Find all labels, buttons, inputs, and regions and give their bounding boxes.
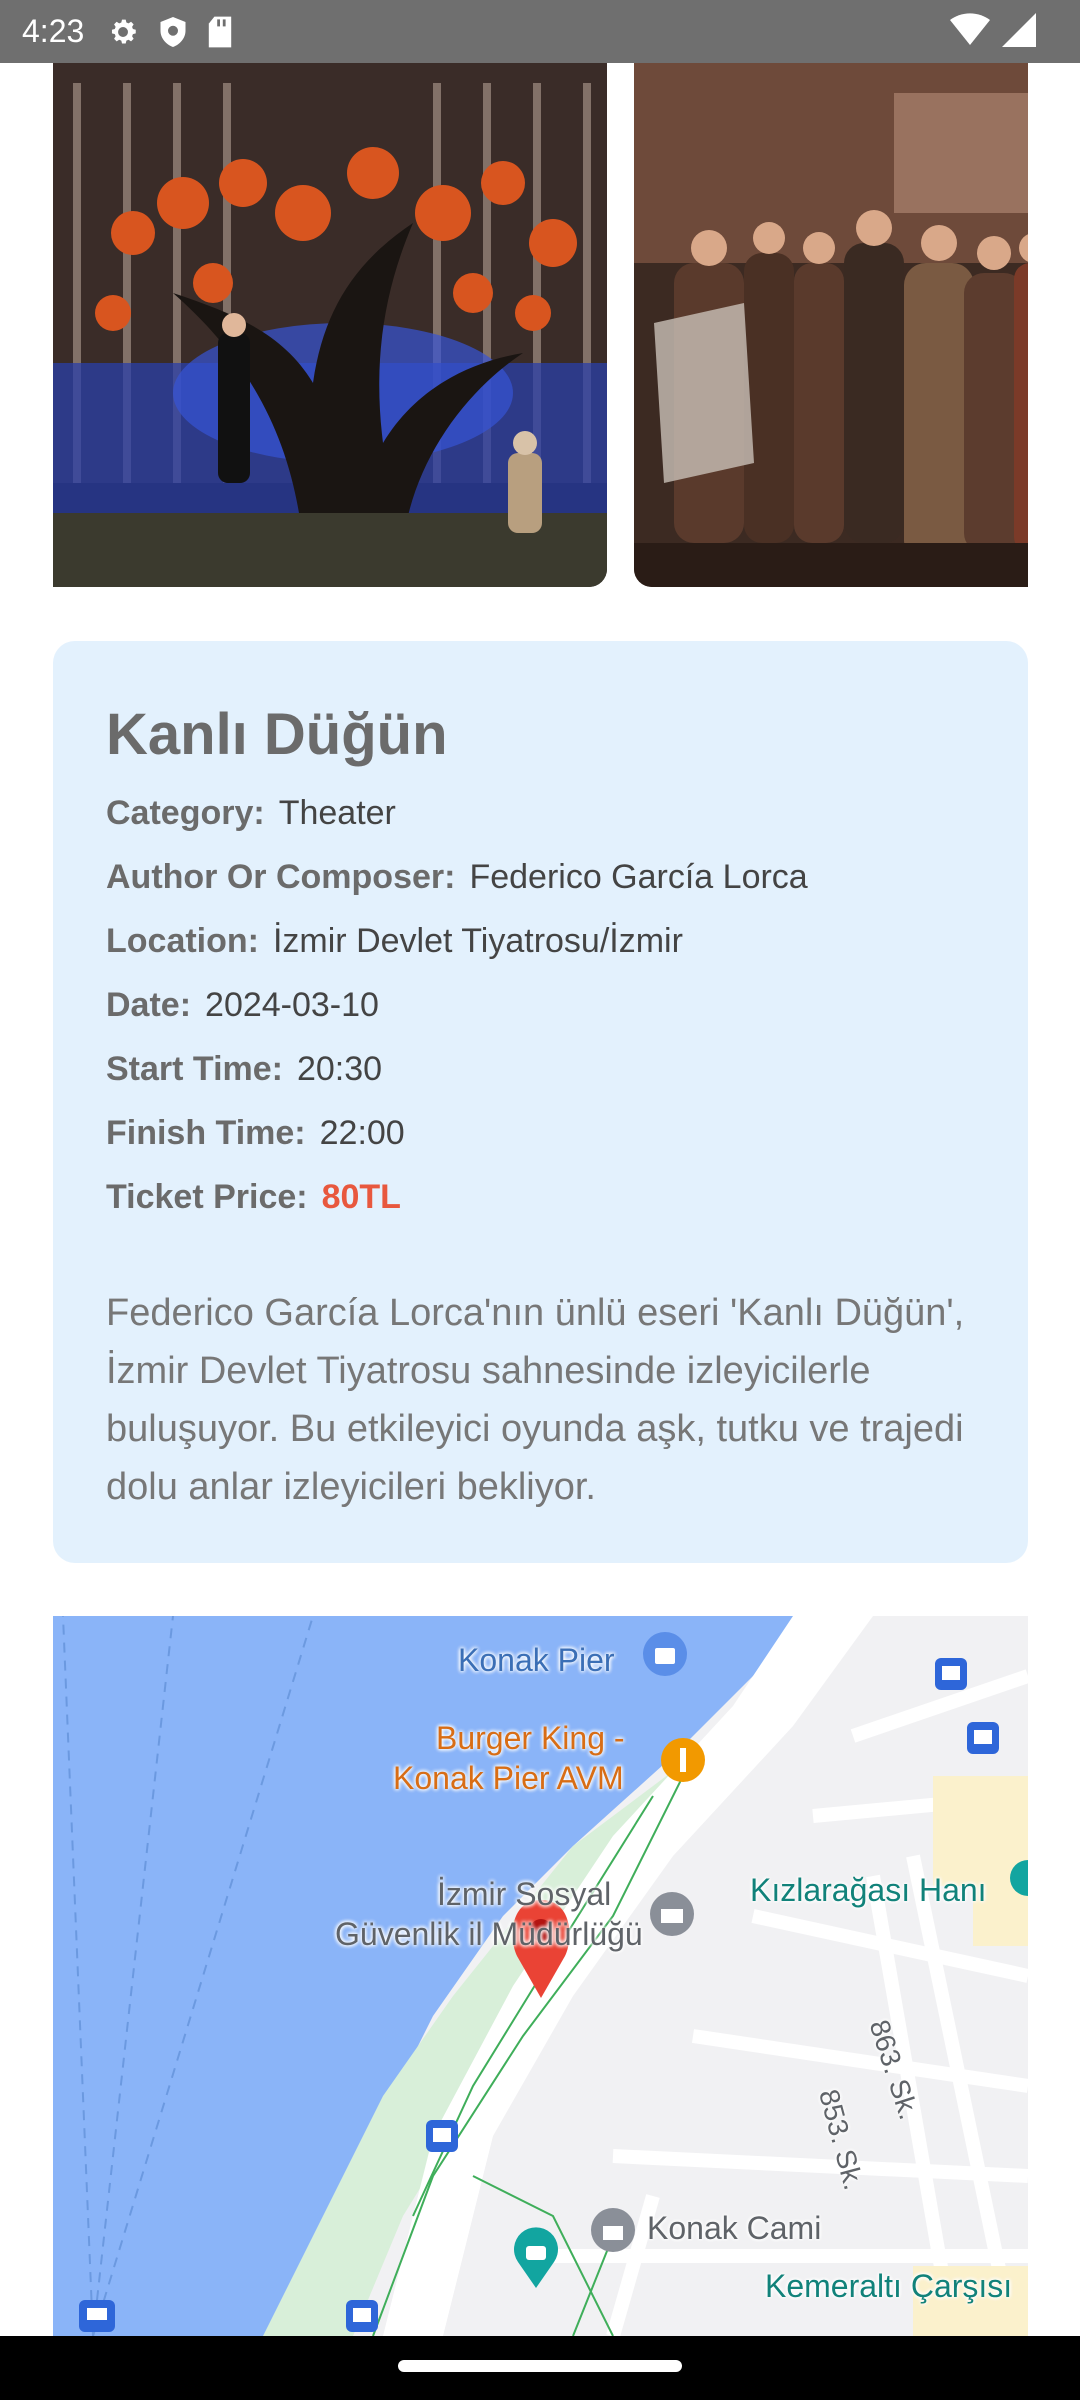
cast-photo-graphic	[634, 63, 1028, 587]
sd-card-icon	[209, 16, 232, 47]
map-label-kemeralti[interactable]: Kemeraltı Çarşısı	[765, 2268, 1012, 2305]
start-time-label: Start Time:	[106, 1050, 283, 1088]
start-time-value: 20:30	[296, 1050, 383, 1088]
detail-row-start-time: Start Time: 20:30	[106, 1050, 975, 1114]
finish-time-label: Finish Time:	[106, 1114, 306, 1152]
finish-time-value: 22:00	[319, 1114, 405, 1152]
shield-icon	[160, 16, 186, 47]
event-title: Kanlı Düğün	[106, 702, 448, 767]
ticket-price-label: Ticket Price:	[106, 1178, 308, 1216]
museum-icon	[650, 1892, 694, 1936]
author-value: Federico García Lorca	[469, 858, 808, 896]
map-label-konak-cami[interactable]: Konak Cami	[647, 2210, 821, 2247]
detail-row-date: Date: 2024-03-10	[106, 986, 975, 1050]
status-icons	[106, 15, 234, 49]
location-label: Location:	[106, 922, 259, 960]
restaurant-icon	[661, 1738, 705, 1782]
date-value: 2024-03-10	[205, 986, 379, 1024]
map-label-kizlaragasi[interactable]: Kızlarağası Hanı	[750, 1872, 987, 1909]
stage-photo-graphic	[53, 63, 607, 587]
detail-row-finish-time: Finish Time: 22:00	[106, 1114, 975, 1178]
category-value: Theater	[278, 794, 396, 832]
shopping-icon	[643, 1632, 687, 1676]
date-label: Date:	[106, 986, 192, 1024]
event-info-card: Kanlı Düğün Category: Theater Author Or …	[53, 641, 1028, 1563]
map-label-izmir-sosyal-1[interactable]: İzmir Sosyal	[437, 1876, 611, 1913]
detail-row-author: Author Or Composer: Federico García Lorc…	[106, 858, 975, 922]
home-gesture-pill[interactable]	[398, 2360, 682, 2372]
map-label-burger-king-2[interactable]: Konak Pier AVM	[393, 1760, 624, 1797]
status-right	[950, 12, 1036, 48]
status-time: 4:23	[22, 13, 85, 49]
detail-row-ticket-price: Ticket Price: 80TL	[106, 1178, 975, 1242]
bus-stop-icon	[426, 2120, 458, 2152]
detail-row-location: Location: İzmir Devlet Tiyatrosu/İzmir	[106, 922, 975, 986]
map-label-izmir-sosyal-2[interactable]: Güvenlik il Müdürlüğü	[335, 1916, 643, 1953]
stage-photo[interactable]	[53, 63, 607, 587]
event-description: Federico García Lorca'nın ünlü eseri 'Ka…	[106, 1292, 965, 1508]
image-carousel[interactable]	[53, 63, 1028, 587]
location-map[interactable]: Konak Pier Burger King - Konak Pier AVM …	[53, 1616, 1028, 2336]
mosque-icon	[591, 2208, 635, 2252]
ticket-price-value: 80TL	[321, 1178, 401, 1216]
ferry-icon	[79, 2300, 115, 2332]
location-value: İzmir Devlet Tiyatrosu/İzmir	[272, 922, 683, 960]
map-label-burger-king-1[interactable]: Burger King -	[436, 1720, 625, 1757]
bus-stop-icon	[935, 1658, 967, 1690]
bus-stop-icon	[346, 2300, 378, 2332]
wifi-icon	[950, 13, 990, 46]
navigation-bar	[0, 2336, 1080, 2400]
category-label: Category:	[106, 794, 265, 832]
author-label: Author Or Composer:	[106, 858, 456, 896]
bus-stop-icon	[967, 1722, 999, 1754]
detail-row-category: Category: Theater	[106, 794, 975, 858]
settings-icon	[112, 19, 137, 43]
signal-icon	[1002, 13, 1036, 47]
status-bar: 4:23	[0, 0, 1080, 63]
cast-photo[interactable]	[634, 63, 1028, 587]
map-label-konak-pier[interactable]: Konak Pier	[458, 1642, 615, 1679]
